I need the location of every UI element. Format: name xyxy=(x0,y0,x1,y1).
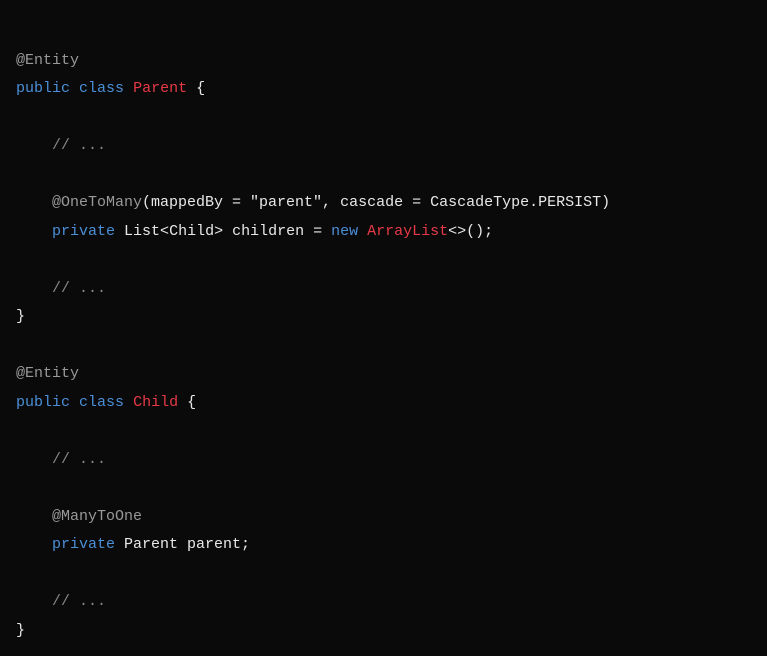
brace-open: { xyxy=(187,80,205,97)
annotation-onetomany: @OneToMany xyxy=(16,194,142,211)
type-arraylist: ArrayList xyxy=(358,223,448,240)
keyword-public: public xyxy=(16,394,70,411)
brace-close: } xyxy=(16,308,25,325)
annotation-args: (mappedBy = "parent", cascade = CascadeT… xyxy=(142,194,610,211)
keyword-class: class xyxy=(79,394,124,411)
annotation-entity: @Entity xyxy=(16,52,79,69)
keyword-class: class xyxy=(79,80,124,97)
diamond-operator: <>(); xyxy=(448,223,493,240)
comment: // ... xyxy=(16,593,106,610)
brace-close: } xyxy=(16,622,25,639)
class-name-child: Child xyxy=(133,394,178,411)
keyword-private: private xyxy=(16,536,115,553)
comment: // ... xyxy=(16,137,106,154)
brace-open: { xyxy=(178,394,196,411)
class-name-parent: Parent xyxy=(133,80,187,97)
annotation-entity: @Entity xyxy=(16,365,79,382)
type-child: Child xyxy=(169,223,214,240)
generic-close: > xyxy=(214,223,223,240)
type-list: List xyxy=(115,223,160,240)
identifier-children: children = xyxy=(223,223,331,240)
keyword-private: private xyxy=(16,223,115,240)
generic-open: < xyxy=(160,223,169,240)
comment: // ... xyxy=(16,451,106,468)
code-editor: @Entity public class Parent { // ... @On… xyxy=(16,18,751,645)
keyword-public: public xyxy=(16,80,70,97)
keyword-new: new xyxy=(331,223,358,240)
annotation-manytoone: @ManyToOne xyxy=(16,508,142,525)
comment: // ... xyxy=(16,280,106,297)
type-parent: Parent parent; xyxy=(115,536,250,553)
